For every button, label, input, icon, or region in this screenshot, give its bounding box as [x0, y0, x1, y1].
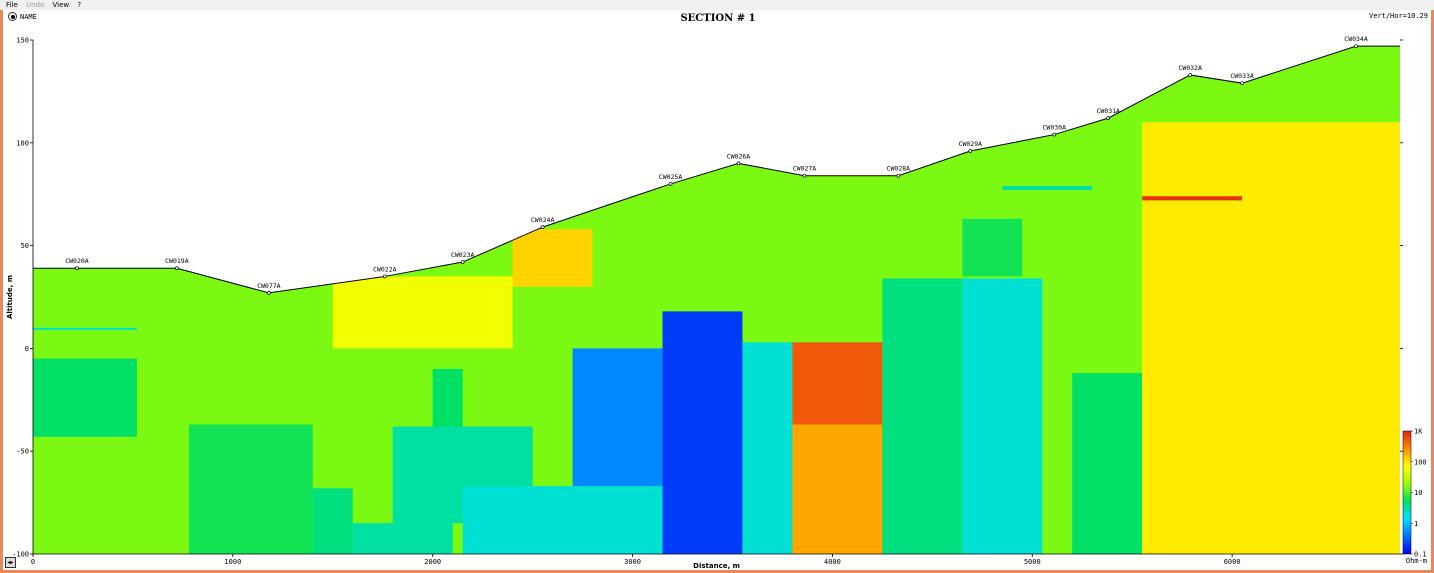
- station-marker: [1106, 116, 1111, 120]
- section-plot: CW020A CW019A CW077A CW022A CW023A CW024A CW02…: [6, 35, 1427, 570]
- station-marker: [736, 161, 741, 166]
- y-tick-label: 150: [16, 37, 29, 45]
- station-marker: [540, 225, 545, 229]
- x-tick-label: 2000: [424, 558, 441, 566]
- x-tick-label: 4000: [824, 558, 841, 566]
- station-marker: [75, 266, 79, 271]
- station-marker: [1052, 132, 1057, 137]
- section-canvas: CW020A CW019A CW077A CW022A CW023A CW024A CW02…: [3, 10, 1431, 570]
- resistivity-block: [1072, 373, 1143, 554]
- resistivity-block: [512, 229, 593, 287]
- station-marker: [460, 260, 465, 264]
- station-label: CW028A: [887, 165, 911, 173]
- colorbar-unit: Ohm-m: [1406, 557, 1427, 565]
- resistivity-block: [462, 486, 693, 554]
- x-tick-label: 1000: [224, 558, 241, 566]
- resistivity-block: [742, 342, 793, 554]
- station-label: CW026A: [727, 152, 751, 160]
- station-label: CW020A: [65, 257, 89, 265]
- y-tick-label: 50: [21, 242, 29, 250]
- menu-undo[interactable]: Undo: [26, 0, 44, 10]
- station-label: CW032A: [1178, 64, 1202, 72]
- name-toggle-label: NAME: [20, 12, 37, 21]
- colorbar-tick-label: 1: [1414, 520, 1418, 528]
- station-label: CW029A: [959, 140, 983, 148]
- station-label: CW019A: [165, 257, 189, 265]
- station-label: CW034A: [1344, 35, 1368, 43]
- resistivity-block: [962, 278, 1043, 554]
- station-label: CW030A: [1043, 124, 1067, 132]
- x-tick-label: 0: [31, 558, 35, 566]
- name-toggle[interactable]: NAME: [8, 12, 37, 21]
- x-tick-label: 5000: [1024, 558, 1041, 566]
- chart-title: SECTION # 1: [680, 13, 756, 24]
- menu-view[interactable]: View: [52, 0, 69, 10]
- resistivity-block: [188, 424, 313, 554]
- menu-help[interactable]: ?: [77, 0, 81, 10]
- station-label: CW077A: [257, 282, 281, 290]
- colorbar-tick-label: 10: [1414, 489, 1422, 497]
- colorbar: [1402, 430, 1412, 555]
- station-marker: [1240, 81, 1244, 86]
- y-axis-title: Altitude, m: [6, 275, 14, 319]
- colorbar-tick-label: 1K: [1414, 428, 1423, 436]
- station-marker: [266, 291, 271, 295]
- x-axis-title: Distance, m: [693, 562, 740, 570]
- resistivity-block: [882, 278, 963, 554]
- station-label: CW023A: [451, 251, 475, 259]
- station-marker: [382, 274, 387, 279]
- resistivity-block: [962, 218, 1023, 277]
- station-label: CW031A: [1096, 107, 1120, 115]
- resistivity-block: [33, 358, 137, 437]
- menu-bar: File Undo View ?: [0, 0, 1434, 10]
- y-tick-label: 0: [25, 345, 29, 353]
- resistivity-block: [33, 327, 137, 330]
- station-marker: [802, 173, 807, 178]
- x-tick-label: 3000: [624, 558, 641, 566]
- station-marker: [1188, 73, 1193, 77]
- station-marker: [1354, 44, 1358, 49]
- resistivity-block: [352, 523, 453, 554]
- station-marker: [968, 149, 973, 153]
- resistivity-block: [1002, 185, 1093, 191]
- station-label: CW024A: [531, 216, 555, 224]
- station-marker: [175, 266, 179, 271]
- station-label: CW033A: [1230, 72, 1254, 80]
- resistivity-block: [662, 311, 743, 554]
- resistivity-block: [432, 368, 463, 427]
- resistivity-block: [1142, 196, 1243, 201]
- station-label: CW022A: [373, 265, 397, 273]
- resistivity-section: [33, 46, 1400, 554]
- scroll-arrows-icon[interactable]: ◂▸: [5, 557, 16, 568]
- radio-icon[interactable]: [8, 12, 17, 21]
- station-label: CW027A: [793, 165, 817, 173]
- x-tick-label: 6000: [1224, 558, 1241, 566]
- station-marker: [896, 173, 901, 178]
- y-tick-label: 100: [16, 139, 29, 147]
- menu-file[interactable]: File: [6, 0, 18, 10]
- resistivity-block: [1142, 122, 1400, 554]
- vertical-horizontal-ratio: Vert/Hor=10.29: [1368, 12, 1428, 20]
- colorbar-tick-label: 100: [1414, 458, 1427, 466]
- station-marker: [668, 182, 673, 186]
- resistivity-block: [312, 488, 353, 554]
- station-label: CW025A: [659, 173, 683, 181]
- resistivity-block: [792, 424, 883, 554]
- y-tick-label: -50: [16, 448, 29, 456]
- resistivity-block: [332, 276, 513, 349]
